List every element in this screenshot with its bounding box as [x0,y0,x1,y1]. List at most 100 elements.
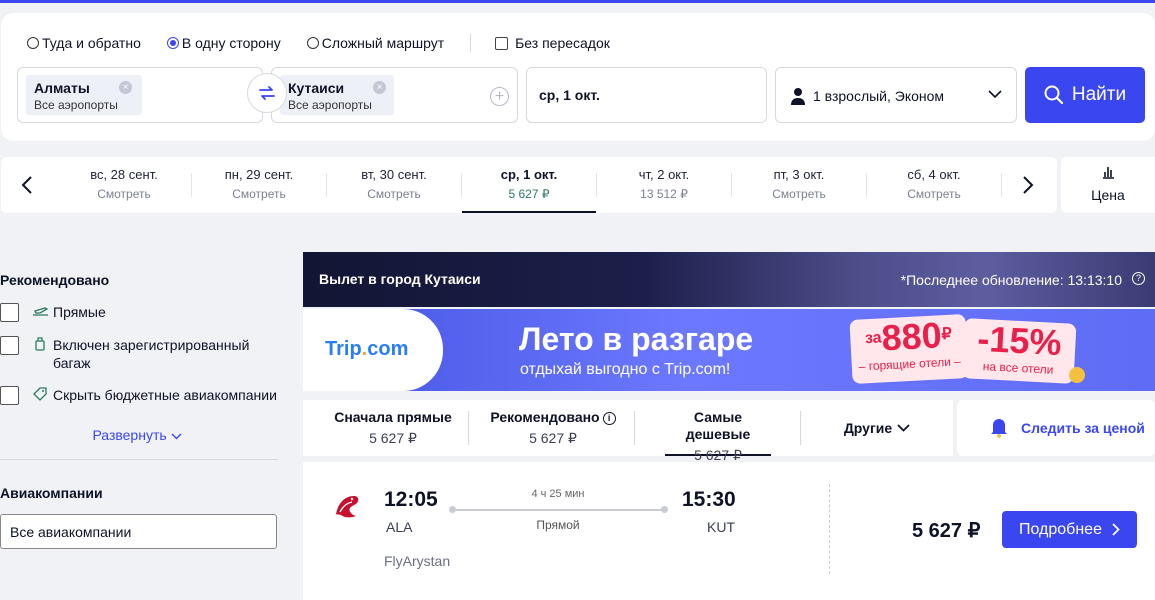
price-alert-label: Следить за ценой [1021,420,1145,436]
date-option[interactable]: пн, 29 сент. Смотреть [192,157,326,213]
to-field[interactable]: Кутаиси Все аэропорты × + [271,67,518,123]
date-price: 5 627 ₽ [508,187,550,201]
chevron-right-icon [1023,176,1034,194]
filter-label: Прямые [53,304,106,320]
from-chip[interactable]: Алматы Все аэропорты × [26,75,142,115]
expand-filters-link[interactable]: Развернуть [0,427,280,443]
bar-chart-icon [1103,167,1114,179]
arrival-time: 15:30 [682,488,736,511]
recommended-title: Рекомендовано [0,272,110,288]
coin-icon [1069,367,1085,383]
checkbox-icon[interactable] [0,336,19,355]
date-field[interactable]: ср, 1 окт. [526,67,767,123]
date-price: 13 512 ₽ [640,187,688,201]
prev-dates-button[interactable] [13,169,41,201]
flight-card[interactable]: 12:05 ALA 4 ч 25 мин Прямой 15:30 KUT Fl… [303,462,1155,600]
date-option[interactable]: чт, 2 окт. 13 512 ₽ [597,157,731,213]
nonstop-label: Без пересадок [515,35,610,51]
chevron-down-icon [897,424,910,432]
swap-icon [259,86,275,100]
radio-icon [306,37,319,49]
sort-label: Самые дешевые [685,409,751,442]
destination-title: Вылет в город Кутаиси [319,271,481,287]
date-option[interactable]: сб, 4 окт. Смотреть [867,157,1001,213]
sort-cheapest[interactable]: Самые дешевые 5 627 ₽ [665,400,771,463]
trip-type-oneway[interactable]: В одну сторону [166,35,281,51]
promo-currency: ₽ [941,325,953,344]
promo-subline: отдыхай выгодно с Trip.com! [520,361,731,378]
luggage-icon [35,337,45,351]
date-label: ср, 1 окт. [500,167,558,182]
find-button[interactable]: Найти [1025,67,1145,123]
date-option[interactable]: пт, 3 окт. Смотреть [732,157,866,213]
expand-label: Развернуть [92,427,167,443]
date-label: вс, 28 сент. [90,167,158,182]
clear-icon[interactable]: × [373,81,386,94]
trip-type-label: В одну сторону [181,35,281,51]
trip-logo: Trip.com [325,338,409,360]
checkbox-icon[interactable] [0,386,19,405]
trip-type-roundtrip[interactable]: Туда и обратно [27,35,141,51]
sort-recommended[interactable]: Рекомендовано i 5 627 ₽ [478,400,628,456]
plane-icon [33,307,49,316]
to-chip[interactable]: Кутаиси Все аэропорты × [280,75,394,115]
swap-button[interactable] [247,73,287,113]
date-label: пн, 29 сент. [224,167,294,182]
arrival-code: KUT [707,519,735,535]
trip-type-multicity[interactable]: Сложный маршрут [306,35,444,51]
add-destination-icon[interactable]: + [490,87,509,106]
promo-headline: Лето в разгаре [519,321,754,357]
filter-baggage[interactable]: Включен зарегистрированный багаж [0,336,280,372]
date-label: пт, 3 окт. [773,167,825,182]
promo-price: 880 [880,314,943,359]
divider [468,411,469,445]
search-panel: Туда и обратно В одну сторону Сложный ма… [1,13,1155,141]
flight-duration: 4 ч 25 мин [531,488,585,500]
promo-banner[interactable]: Trip.com Лето в разгаре отдыхай выгодно … [303,309,1155,391]
date-price: Смотреть [367,187,421,201]
sort-label: Другие [843,419,893,436]
passengers-field[interactable]: 1 взрослый, Эконом [775,67,1017,123]
sort-label: Рекомендовано [490,409,600,425]
filter-nonstop[interactable]: Прямые [0,303,280,322]
airline-name: FlyArystan [384,553,451,569]
tag-icon [33,387,47,401]
airline-logo-icon [336,496,359,518]
next-dates-button[interactable] [1014,169,1042,201]
price-chart-toggle[interactable]: Цена [1061,157,1155,213]
radio-icon [27,37,39,49]
date-price: Смотреть [772,187,826,201]
radio-selected-icon [166,37,179,49]
sort-nonstop-first[interactable]: Сначала прямые 5 627 ₽ [319,400,467,456]
passengers-value: 1 взрослый, Эконом [813,88,945,104]
date-carousel: вс, 28 сент. Смотреть пн, 29 сент. Смотр… [1,157,1057,213]
date-option[interactable]: вс, 28 сент. Смотреть [57,157,191,213]
trip-type-label: Туда и обратно [42,35,141,51]
date-value: ср, 1 окт. [539,87,600,103]
route-dot [661,506,668,513]
sort-tabs: Сначала прямые 5 627 ₽ Рекомендовано i 5 … [303,400,953,463]
from-airports: Все аэропорты [34,98,118,112]
info-icon[interactable]: i [602,412,616,425]
date-option-selected[interactable]: ср, 1 окт. 5 627 ₽ [462,157,596,213]
sort-other-dropdown[interactable]: Другие [813,400,941,456]
checkbox-icon [495,36,509,50]
promo-discount-card: -15% на все отели [961,318,1077,384]
airlines-select[interactable]: Все авиакомпании [0,514,277,549]
details-label: Подробнее [1019,520,1102,538]
airlines-title: Авиакомпании [0,485,103,501]
details-button[interactable]: Подробнее [1002,511,1137,548]
date-option[interactable]: вт, 30 сент. Смотреть [327,157,461,213]
filter-budget[interactable]: Скрыть бюджетные авиакомпании [0,386,280,405]
help-icon[interactable]: ? [1132,272,1145,285]
nonstop-checkbox[interactable]: Без пересадок [495,35,610,51]
price-alert-button[interactable]: Следить за ценой [957,400,1155,456]
clear-icon[interactable]: × [119,81,132,94]
to-airports: Все аэропорты [288,98,372,112]
price-prefix: за [864,329,883,348]
departure-time: 12:05 [384,488,438,511]
filters-sidebar: Рекомендовано Прямые Включен зарегистрир… [0,260,280,549]
from-field[interactable]: Алматы Все аэропорты × [17,67,263,123]
checkbox-icon[interactable] [0,303,19,322]
divider [470,34,472,52]
